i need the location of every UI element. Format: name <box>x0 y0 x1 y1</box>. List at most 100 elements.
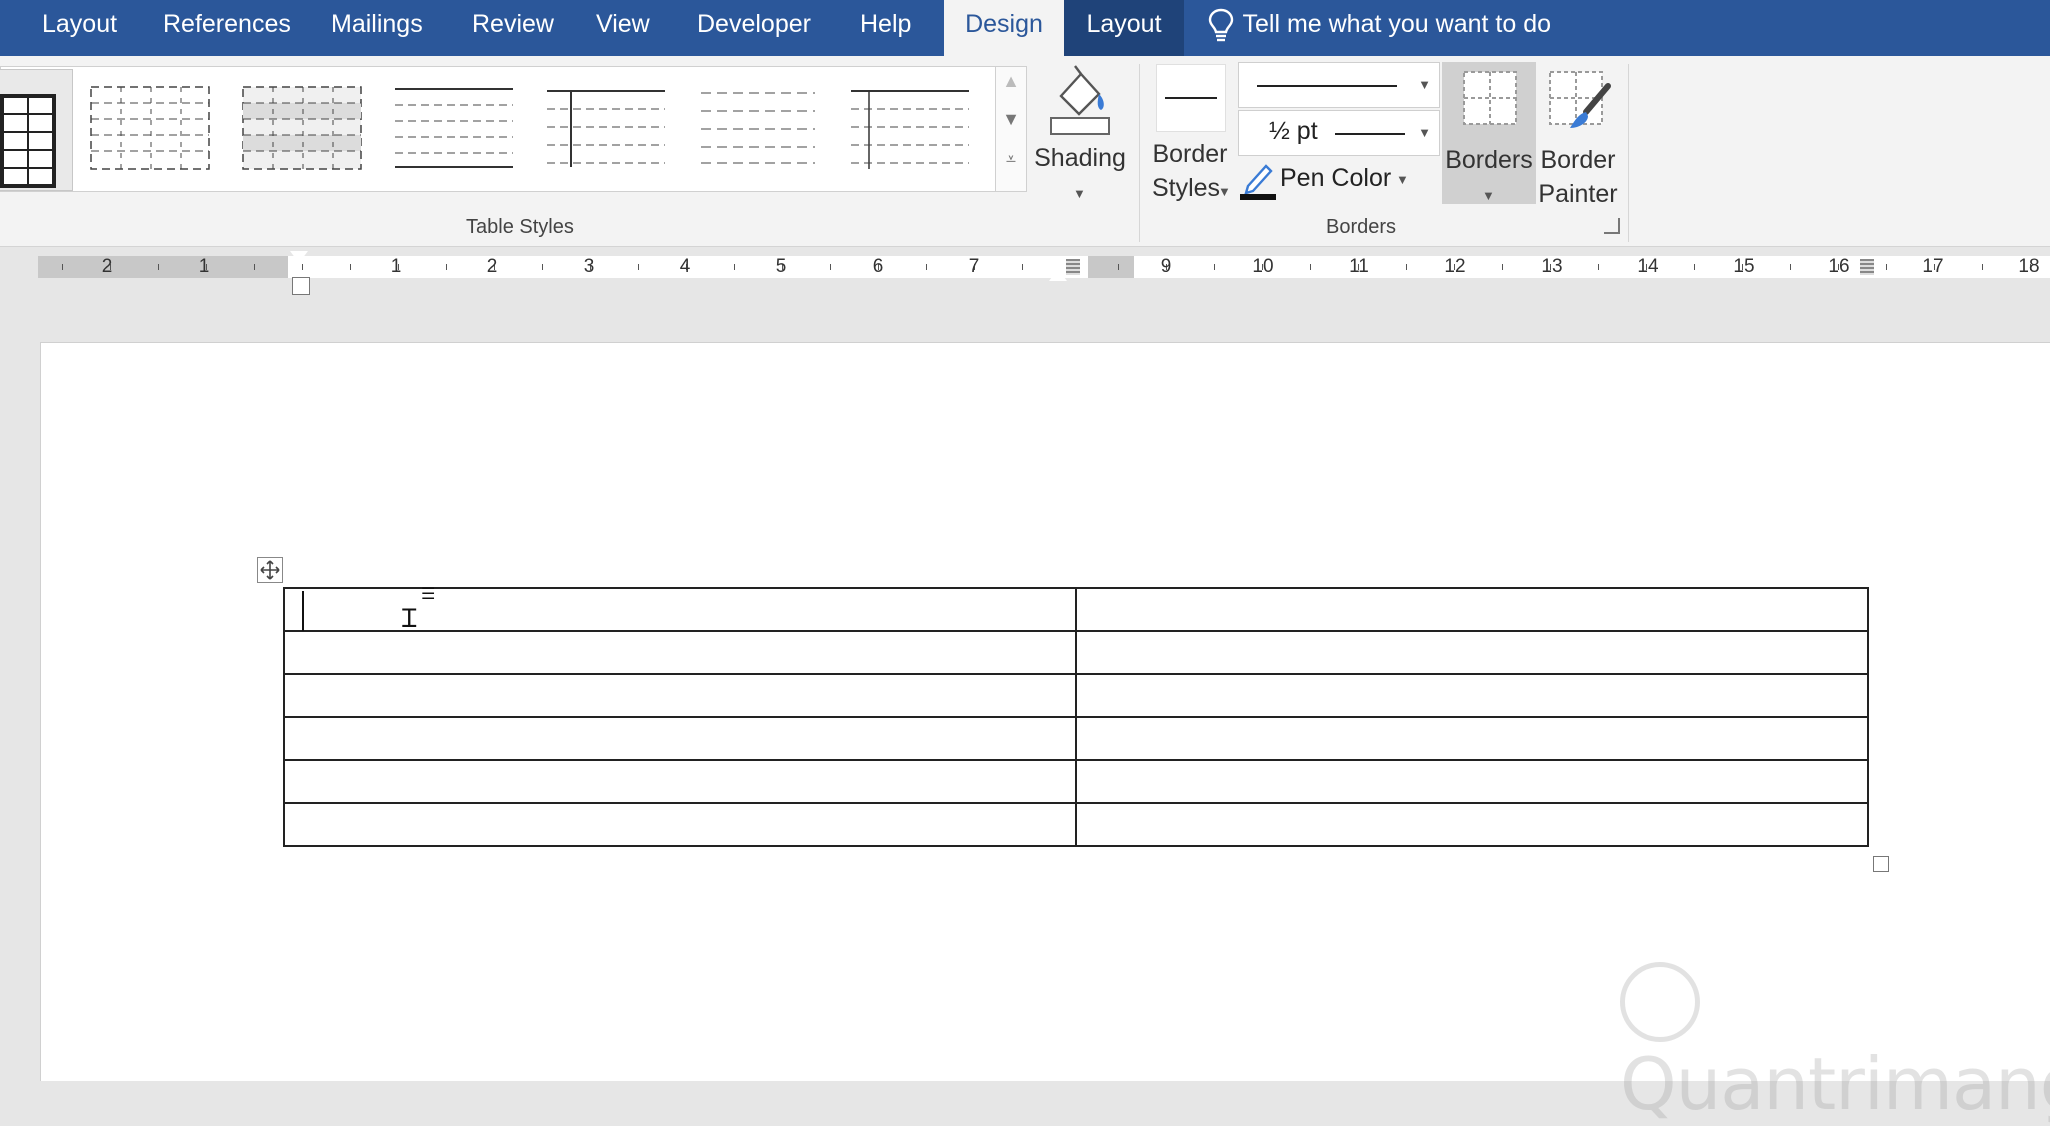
ruler-number: 9 <box>1160 256 1172 277</box>
table-row <box>283 630 1869 675</box>
gallery-more-icon[interactable]: ⩡ <box>996 149 1026 170</box>
line-style-dropdown-icon: ▼ <box>1418 77 1431 92</box>
table-resize-handle[interactable] <box>1873 856 1889 872</box>
borders-dialog-launcher-icon[interactable] <box>1604 218 1620 234</box>
borders-dropdown-icon: ▼ <box>1482 188 1495 203</box>
gallery-scroll-up-icon[interactable]: ▲ <box>996 71 1026 92</box>
border-styles-label-1: Border <box>1152 140 1228 168</box>
pen-color-label: Pen Color <box>1280 164 1392 192</box>
table-cell[interactable] <box>283 630 1077 675</box>
ruler-number: 1 <box>390 256 402 277</box>
table-cell[interactable] <box>283 802 1077 847</box>
column-marker[interactable] <box>1066 259 1080 275</box>
table-style-first-column[interactable] <box>545 85 667 171</box>
ruler-number: 18 <box>2018 256 2040 277</box>
table-cell[interactable] <box>1075 587 1869 632</box>
line-weight-preview <box>1335 133 1405 135</box>
gallery-scroll-controls: ▲ ▼ ⩡ <box>995 66 1027 192</box>
table-styles-group-label: Table Styles <box>466 216 574 238</box>
first-line-indent-marker[interactable] <box>290 251 308 263</box>
border-styles-dropdown-icon[interactable]: ▼ <box>1218 184 1231 199</box>
tab-mailings[interactable]: Mailings <box>331 0 423 56</box>
tab-table-layout[interactable]: Layout <box>1064 0 1184 56</box>
table-row <box>283 673 1869 718</box>
tab-layout[interactable]: Layout <box>42 0 117 56</box>
group-separator <box>1628 64 1629 242</box>
table-style-grid-selected[interactable] <box>0 69 73 191</box>
borders-label: Borders <box>1445 146 1533 174</box>
table-style-dashed-grid[interactable] <box>89 85 211 171</box>
tab-design[interactable]: Design <box>944 0 1064 56</box>
tab-developer[interactable]: Developer <box>697 0 811 56</box>
table-cell[interactable] <box>1075 716 1869 761</box>
table-cell[interactable] <box>283 716 1077 761</box>
table-style-horizontal-lines[interactable] <box>393 85 515 171</box>
ruler-number: 15 <box>1733 256 1755 277</box>
table-cell[interactable] <box>1075 673 1869 718</box>
border-style-swatch[interactable] <box>1156 64 1226 132</box>
border-line-preview <box>1165 97 1217 99</box>
tab-help[interactable]: Help <box>860 0 911 56</box>
table-row <box>283 802 1869 847</box>
line-weight-value: ½ pt <box>1269 117 1318 145</box>
watermark-bulb-icon <box>1620 962 1700 1043</box>
tab-references[interactable]: References <box>163 0 291 56</box>
ruler-number: 16 <box>1828 256 1850 277</box>
pen-color-button[interactable]: Pen Color ▼ <box>1238 160 1438 202</box>
horizontal-ruler: 2 1 1 2 3 4 5 6 7 9 10 11 12 13 14 15 16… <box>0 247 2050 297</box>
ruler-number: 12 <box>1444 256 1466 277</box>
table-cell[interactable] <box>1075 759 1869 804</box>
table-row: Ɪ ☰ <box>283 586 1869 633</box>
table-cell[interactable] <box>283 673 1077 718</box>
ruler-number: 6 <box>872 256 884 277</box>
borders-grid-icon <box>1462 70 1518 131</box>
pen-color-dropdown-icon: ▼ <box>1396 172 1409 187</box>
shading-label: Shading <box>1034 144 1126 172</box>
borders-group-label: Borders <box>1326 216 1397 238</box>
ruler-number: 10 <box>1252 256 1274 277</box>
tab-view[interactable]: View <box>596 0 650 56</box>
tell-me-box[interactable]: Tell me what you want to do <box>1206 0 1551 56</box>
table-move-handle-icon[interactable] <box>257 557 283 583</box>
border-painter-icon <box>1548 70 1614 141</box>
lightbulb-icon <box>1206 9 1243 42</box>
border-painter-label-1: Border <box>1540 146 1616 174</box>
table-cell[interactable]: Ɪ ☰ <box>283 586 1077 633</box>
table-cell[interactable] <box>1075 630 1869 675</box>
shading-dropdown-icon: ▼ <box>1073 186 1086 201</box>
gallery-scroll-down-icon[interactable]: ▼ <box>996 109 1026 130</box>
ruler-number: 11 <box>1349 256 1369 277</box>
document-table[interactable]: Ɪ ☰ <box>283 587 1869 847</box>
table-cell[interactable] <box>283 759 1077 804</box>
tell-me-text: Tell me what you want to do <box>1242 10 1552 38</box>
ruler-number: 5 <box>775 256 787 277</box>
pen-icon <box>1240 160 1278 205</box>
watermark-text: Quantrimang <box>1620 1042 2050 1126</box>
table-style-header-column[interactable] <box>849 85 971 171</box>
ruler-number: 7 <box>968 256 980 277</box>
ruler-number: 17 <box>1922 256 1944 277</box>
borders-button[interactable]: Borders ▼ <box>1442 62 1536 204</box>
column-marker[interactable] <box>1860 259 1874 275</box>
tab-review[interactable]: Review <box>472 0 554 56</box>
watermark-logo: Quantrimang <box>1620 955 2050 1126</box>
table-cell[interactable] <box>1075 802 1869 847</box>
border-painter-button[interactable]: Border Painter <box>1536 62 1620 212</box>
right-indent-marker[interactable] <box>1049 269 1067 281</box>
border-painter-label-2: Painter <box>1538 180 1618 208</box>
ruler-number: 4 <box>679 256 691 277</box>
ruler-number: 2 <box>486 256 498 277</box>
shading-button[interactable]: Shading ▼ <box>1030 62 1130 212</box>
ribbon-design: ▲ ▼ ⩡ Table Styles Shading ▼ Border Styl… <box>0 56 2050 247</box>
table-style-plain-dashed[interactable] <box>697 85 819 171</box>
table-style-shaded-grid[interactable] <box>241 85 363 171</box>
ruler-number: 2 <box>101 256 113 277</box>
text-cursor <box>302 591 304 631</box>
paint-bucket-icon <box>1047 62 1113 143</box>
hanging-indent-marker[interactable] <box>292 277 310 295</box>
ruler-number: 14 <box>1637 256 1659 277</box>
line-weight-dropdown[interactable]: ½ pt ▼ <box>1238 110 1440 156</box>
ribbon-tab-bar: Layout References Mailings Review View D… <box>0 0 2050 56</box>
cell-alignment-icon: ☰ <box>421 586 436 603</box>
line-style-dropdown[interactable]: ▼ <box>1238 62 1440 108</box>
